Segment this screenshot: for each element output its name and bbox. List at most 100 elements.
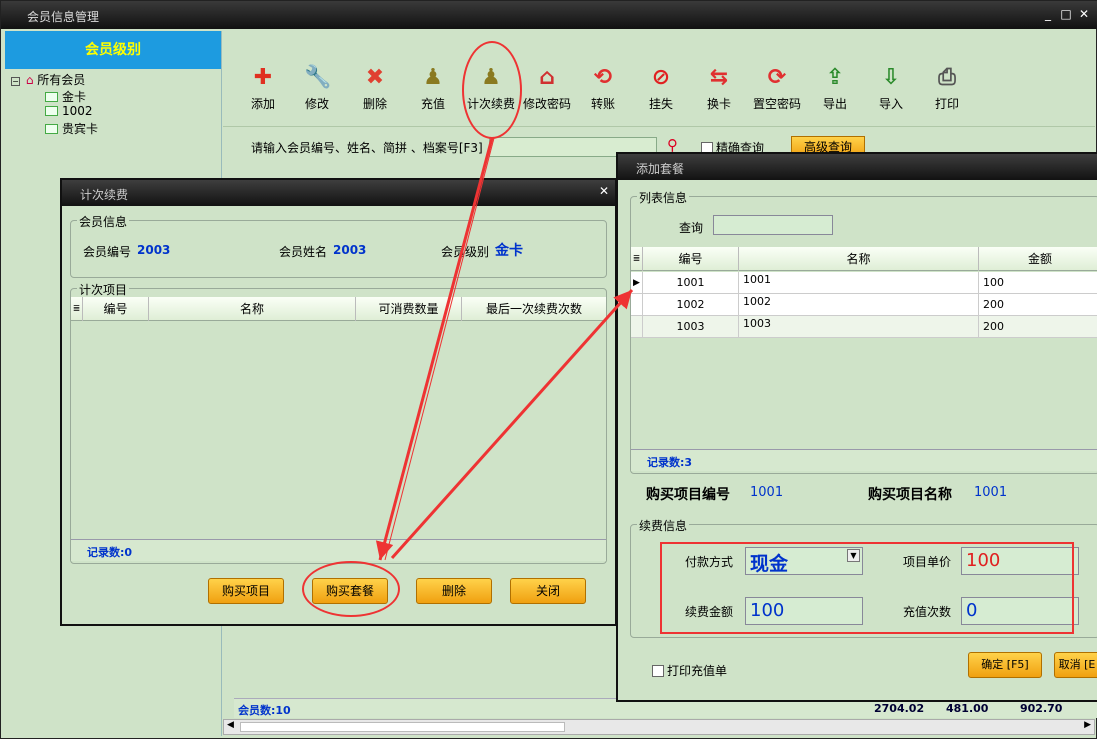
cell-id: 1002 <box>643 294 739 316</box>
column-header[interactable]: 金额 <box>979 247 1097 271</box>
search-label: 请输入会员编号、姓名、简拼 、档案号[F3] <box>251 141 483 155</box>
column-header[interactable]: 名称 <box>739 247 979 271</box>
member-level-value: 金卡 <box>495 243 523 259</box>
dialog-title: 计次续费 <box>80 188 129 202</box>
toolbar-button-0[interactable]: ✚ 添加 <box>233 65 293 112</box>
query-input[interactable] <box>713 215 833 235</box>
house-icon: ⌂ <box>539 65 555 90</box>
column-header[interactable]: 最后一次续费次数 <box>462 297 606 321</box>
column-header[interactable]: 可消费数量 <box>356 297 462 321</box>
row-indicator <box>631 294 643 316</box>
scroll-left-icon[interactable]: ◀ <box>227 720 234 730</box>
toolbar-button-11[interactable]: ⇩ 导入 <box>861 65 921 112</box>
refresh-icon: ⟲ <box>593 65 613 90</box>
x-icon: ✖ <box>365 65 385 90</box>
column-header[interactable]: 编号 <box>83 297 149 321</box>
toolbar-button-8[interactable]: ⇆ 换卡 <box>689 65 749 112</box>
member-count: 会员数:10 <box>238 704 291 717</box>
delete-button[interactable]: 删除 <box>416 578 492 604</box>
swap-icon: ⇆ <box>709 65 729 90</box>
member-level-label: 会员级别 <box>441 245 490 259</box>
table-row[interactable]: 1003 1003 200 <box>631 316 1097 338</box>
maximize-button[interactable]: □ <box>1059 7 1073 21</box>
buy-name-label: 购买项目名称 <box>868 487 952 503</box>
dialog-title-bar: 添加套餐 <box>618 154 1097 180</box>
buy-name-value: 1001 <box>974 485 1008 500</box>
close-dialog-button[interactable]: 关闭 <box>510 578 586 604</box>
record-count: 记录数:0 <box>87 546 133 559</box>
cell-amount: 200 <box>979 316 1097 338</box>
dialog-title-bar: 计次续费 <box>62 180 615 206</box>
toolbar-button-1[interactable]: 🔧 修改 <box>287 65 347 112</box>
close-button[interactable]: ✕ <box>1077 7 1091 21</box>
grid-menu-icon[interactable]: ≣ <box>71 297 83 321</box>
highlight-ellipse <box>462 41 522 139</box>
tree-item-1002[interactable]: 1002 <box>45 104 93 118</box>
toolbar-button-label: 删除 <box>362 97 387 111</box>
reset-icon: ⟳ <box>767 65 787 90</box>
cell-name: 1003 <box>739 316 979 338</box>
plus-icon: ✚ <box>253 65 273 90</box>
member-info-group: 会员信息 会员编号 2003 会员姓名 2003 会员级别 金卡 <box>70 213 607 278</box>
member-name-label: 会员姓名 <box>279 245 328 259</box>
toolbar-button-label: 添加 <box>250 97 275 111</box>
cell-id: 1003 <box>643 316 739 338</box>
toolbar-button-3[interactable]: ♟ 充值 <box>403 65 463 112</box>
row-pointer-icon: ▶ <box>631 272 643 294</box>
total-1: 2704.02 <box>874 702 925 715</box>
highlight-ellipse <box>302 561 400 617</box>
cell-id: 1001 <box>643 272 739 294</box>
export-icon: ⇪ <box>825 65 845 90</box>
column-header[interactable]: 编号 <box>643 247 739 271</box>
cancel-button[interactable]: 取消 [E <box>1054 652 1097 678</box>
package-grid-header: ≣ 编号 名称 金额 <box>631 247 1097 271</box>
tree-root-label: 所有会员 <box>37 73 86 87</box>
buy-item-button[interactable]: 购买项目 <box>208 578 284 604</box>
toolbar-button-10[interactable]: ⇪ 导出 <box>805 65 865 112</box>
collapse-icon[interactable]: − <box>11 77 20 86</box>
horizontal-scrollbar[interactable]: ◀ ▶ <box>223 719 1095 735</box>
folder-icon <box>45 106 58 116</box>
toolbar-button-label: 修改 <box>304 97 329 111</box>
window-title: 会员信息管理 <box>27 10 100 24</box>
tree-item-label: 金卡 <box>62 90 87 104</box>
toolbar-button-label: 修改密码 <box>522 97 571 111</box>
table-row[interactable]: ▶ 1001 1001 100 <box>631 272 1097 294</box>
tree-item-vip[interactable]: 贵宾卡 <box>45 120 98 137</box>
count-items-group: 计次项目 ≣ 编号 名称 可消费数量 最后一次续费次数 记录数:0 <box>70 281 607 564</box>
scroll-right-icon[interactable]: ▶ <box>1084 720 1091 730</box>
tree-root[interactable]: − ⌂ 所有会员 <box>11 71 85 88</box>
print-receipt-checkbox[interactable]: 打印充值单 <box>652 662 727 679</box>
toolbar-button-2[interactable]: ✖ 删除 <box>345 65 405 112</box>
record-count: 记录数:3 <box>647 456 693 469</box>
print-receipt-label: 打印充值单 <box>667 664 728 678</box>
highlight-box <box>660 542 1074 634</box>
table-row[interactable]: 1002 1002 200 <box>631 294 1097 316</box>
tree-item-label: 贵宾卡 <box>62 122 99 136</box>
folder-icon <box>45 124 58 134</box>
toolbar-button-9[interactable]: ⟳ 置空密码 <box>747 65 807 112</box>
dialog-close-icon[interactable]: ✕ <box>599 184 609 198</box>
no-entry-icon: ⊘ <box>651 65 671 90</box>
import-icon: ⇩ <box>881 65 901 90</box>
confirm-button[interactable]: 确定 [F5] <box>968 652 1042 678</box>
toolbar: ✚ 添加 🔧 修改 ✖ 删除 ♟ 充值 ♟ 计次续费 ⌂ 修改密码 ⟲ 转账 ⊘ 挂失 ⇆ 换卡 ⟳ 置空密码 ⇪ 导出 ⇩… <box>223 31 1095 127</box>
cell-amount: 200 <box>979 294 1097 316</box>
toolbar-button-12[interactable]: ⎙ 打印 <box>917 65 977 112</box>
toolbar-button-label: 转账 <box>590 97 615 111</box>
column-header[interactable]: 名称 <box>149 297 356 321</box>
toolbar-button-6[interactable]: ⟲ 转账 <box>573 65 633 112</box>
toolbar-button-5[interactable]: ⌂ 修改密码 <box>517 65 577 112</box>
minimize-button[interactable]: _ <box>1041 7 1055 21</box>
buy-id-value: 1001 <box>750 485 784 500</box>
scroll-thumb[interactable] <box>240 722 565 732</box>
package-grid-footer: 记录数:3 <box>631 449 1097 471</box>
folder-icon <box>45 92 58 102</box>
wrench-icon: 🔧 <box>304 65 332 90</box>
toolbar-button-7[interactable]: ⊘ 挂失 <box>631 65 691 112</box>
toolbar-button-label: 充值 <box>420 97 445 111</box>
tree-item-gold[interactable]: 金卡 <box>45 88 86 105</box>
cell-name: 1002 <box>739 294 979 316</box>
grid-menu-icon[interactable]: ≣ <box>631 247 643 271</box>
cell-name: 1001 <box>739 272 979 294</box>
